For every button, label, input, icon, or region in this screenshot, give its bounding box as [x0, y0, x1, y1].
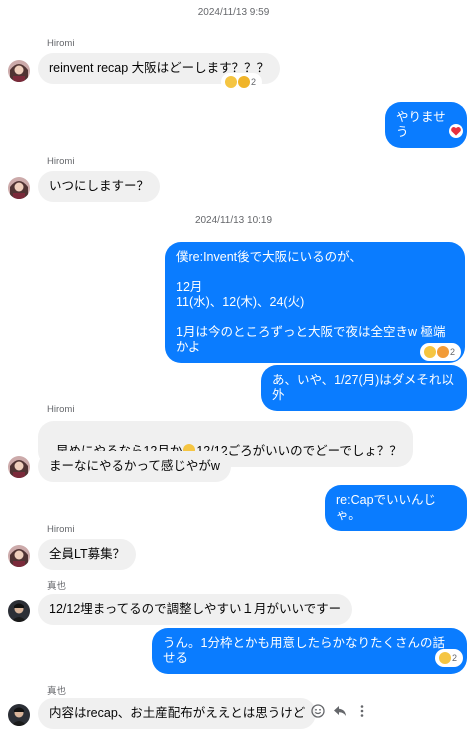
emoji-icon — [238, 76, 250, 88]
timestamp: 2024/11/13 9:59 — [197, 7, 270, 18]
message-bubble-incoming[interactable]: 12/12埋まってるので調整しやすい１月がいいですー — [38, 594, 353, 625]
more-icon[interactable] — [354, 703, 370, 719]
avatar-maya[interactable] — [8, 600, 30, 622]
reaction-count: 2 — [251, 77, 257, 87]
avatar-hiromi[interactable] — [8, 456, 30, 478]
reaction-badge[interactable]: 2 — [421, 344, 461, 360]
emoji-icon — [439, 652, 451, 664]
avatar-maya[interactable] — [8, 704, 30, 726]
emoji-icon — [424, 346, 436, 358]
sender-name: Hiromi — [47, 404, 75, 415]
reaction-badge[interactable]: 2 — [436, 650, 463, 666]
message-bubble-incoming[interactable]: まーなにやるかって感じやがw — [38, 451, 231, 482]
sender-name: 真也 — [47, 686, 67, 697]
reaction-badge[interactable]: 2 — [222, 74, 262, 90]
emoji-icon — [437, 346, 449, 358]
emoji-icon — [225, 76, 237, 88]
avatar-hiromi[interactable] — [8, 60, 30, 82]
timestamp: 2024/11/13 10:19 — [194, 215, 273, 226]
avatar-hiromi[interactable] — [8, 545, 30, 567]
message-bubble-outgoing[interactable]: 僕re:Invent後で大阪にいるのが、 12月 11(水)、12(木)、24(… — [165, 242, 465, 363]
smiley-icon[interactable] — [310, 703, 326, 719]
message-bubble-incoming[interactable]: 内容はrecap、お土産配布がええとは思うけど — [38, 698, 317, 729]
message-bubble-outgoing[interactable]: あ、いや、1/27(月)はダメそれ以外 — [261, 365, 467, 411]
sender-name: 真也 — [47, 581, 67, 592]
message-bubble-incoming[interactable]: いつにしますー？ — [38, 171, 161, 202]
reaction-count: 2 — [452, 653, 458, 663]
sender-name: Hiromi — [47, 156, 75, 167]
message-bubble-outgoing[interactable]: re:Capでいいんじゃ。 — [325, 485, 467, 531]
reaction-count: 2 — [450, 347, 456, 357]
heart-reaction-icon[interactable] — [449, 124, 463, 143]
avatar-hiromi[interactable] — [8, 177, 30, 199]
message-bubble-outgoing[interactable]: うん。1分枠とかも用意したらかなりたくさんの話せる — [152, 628, 467, 674]
sender-name: Hiromi — [47, 38, 75, 49]
message-bubble-incoming[interactable]: 全員LT募集？ — [38, 539, 137, 570]
sender-name: Hiromi — [47, 524, 75, 535]
reply-icon[interactable] — [332, 703, 348, 719]
